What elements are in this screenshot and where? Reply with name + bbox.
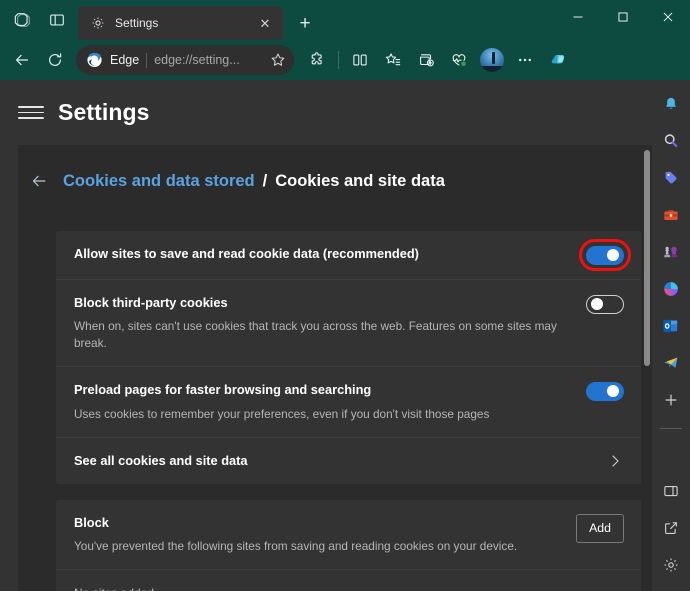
- block-section-row: Block You've prevented the following sit…: [56, 500, 642, 569]
- settings-scroll-area: Cookies and data stored / Cookies and si…: [8, 145, 652, 591]
- row-subtitle: You've prevented the following sites fro…: [74, 539, 518, 554]
- block-card: Block You've prevented the following sit…: [56, 499, 642, 591]
- tab-settings[interactable]: Settings ✕: [78, 6, 283, 40]
- edge-logo-icon: [86, 52, 103, 69]
- sidebar-notifications-icon[interactable]: [656, 88, 686, 120]
- row-text: Preload pages for faster browsing and se…: [74, 381, 586, 422]
- sidebar-settings-icon[interactable]: [656, 549, 686, 581]
- split-screen-icon[interactable]: [344, 45, 376, 75]
- edge-sidebar: [652, 80, 690, 591]
- row-text: Block third-party cookies When on, sites…: [74, 294, 586, 352]
- settings-and-more-icon[interactable]: [509, 45, 541, 75]
- sidebar-toggle-pane-icon[interactable]: [656, 475, 686, 507]
- allow-sites-save-read-cookies-row[interactable]: Allow sites to save and read cookie data…: [56, 231, 642, 280]
- toggle-knob: [591, 298, 603, 310]
- back-icon[interactable]: [6, 45, 38, 75]
- sidebar-search-icon[interactable]: [656, 125, 686, 157]
- page-title: Settings: [58, 99, 150, 125]
- gear-icon: [90, 15, 106, 31]
- toolbar-divider: [338, 51, 339, 69]
- scrollbar-thumb[interactable]: [644, 150, 650, 366]
- sidebar-shopping-icon[interactable]: [656, 162, 686, 194]
- chevron-right-icon[interactable]: [606, 452, 624, 470]
- row-text: See all cookies and site data: [74, 452, 606, 469]
- preload-pages-row[interactable]: Preload pages for faster browsing and se…: [56, 367, 642, 438]
- browser-window: Settings ✕ + Edge edge://setting... Sett…: [0, 0, 690, 591]
- row-text: Allow sites to save and read cookie data…: [74, 245, 586, 262]
- add-button[interactable]: Add: [576, 513, 624, 543]
- favorite-star-icon[interactable]: [266, 48, 290, 72]
- allow-cookies-toggle[interactable]: [586, 245, 624, 265]
- toggle-knob: [607, 385, 619, 398]
- maximize-button[interactable]: [600, 0, 645, 34]
- breadcrumb-back-icon[interactable]: [28, 170, 50, 192]
- minimize-button[interactable]: [555, 0, 600, 34]
- browser-essentials-icon[interactable]: [443, 45, 475, 75]
- sidebar-designer-icon[interactable]: [656, 273, 686, 305]
- left-rail: [8, 145, 18, 591]
- row-title: Block: [74, 514, 109, 530]
- row-title: Block third-party cookies: [74, 295, 228, 310]
- extensions-icon[interactable]: [301, 45, 333, 75]
- breadcrumb-separator: /: [262, 171, 268, 190]
- settings-header: Settings: [0, 80, 652, 145]
- breadcrumb-parent-link[interactable]: Cookies and data stored: [63, 172, 255, 191]
- close-button[interactable]: [645, 0, 690, 34]
- copilot-tabs-icon[interactable]: [8, 5, 38, 35]
- profile-avatar[interactable]: [480, 48, 504, 72]
- sidebar-telegram-icon[interactable]: [656, 347, 686, 379]
- row-subtitle: When on, sites can't use cookies that tr…: [74, 319, 557, 351]
- tabstrip-left-controls: [0, 0, 72, 40]
- block-empty-row: No sites added: [56, 569, 642, 591]
- allow-cookies-toggle-wrap: [579, 239, 631, 271]
- row-title: Allow sites to save and read cookie data…: [74, 246, 419, 261]
- sidebar-open-external-icon[interactable]: [656, 512, 686, 544]
- sidebar-add-icon[interactable]: [656, 384, 686, 416]
- sidebar-divider: [660, 428, 682, 429]
- block-third-party-toggle-wrap: [586, 294, 624, 314]
- title-bar: Settings ✕ +: [0, 0, 690, 40]
- row-text: Block You've prevented the following sit…: [74, 514, 576, 555]
- sidebar-tools-icon[interactable]: [656, 199, 686, 231]
- breadcrumb-current: Cookies and site data: [275, 171, 445, 190]
- row-title: Preload pages for faster browsing and se…: [74, 382, 372, 398]
- sidebar-games-icon[interactable]: [656, 236, 686, 268]
- row-subtitle: Uses cookies to remember your preference…: [74, 406, 490, 421]
- hamburger-menu-icon[interactable]: [18, 100, 44, 126]
- breadcrumb: Cookies and data stored / Cookies and si…: [18, 170, 652, 192]
- toggle-knob: [607, 249, 619, 261]
- omnibox-brand-label: Edge: [110, 53, 140, 67]
- see-all-cookies-row[interactable]: See all cookies and site data: [56, 438, 642, 484]
- copilot-icon[interactable]: [542, 45, 574, 75]
- tab-close-icon[interactable]: ✕: [255, 13, 275, 33]
- preload-pages-toggle[interactable]: [586, 381, 624, 401]
- row-title: See all cookies and site data: [74, 452, 248, 468]
- settings-cards: Allow sites to save and read cookie data…: [56, 231, 642, 591]
- favorites-icon[interactable]: [377, 45, 409, 75]
- new-tab-button[interactable]: +: [291, 9, 319, 37]
- page-scrollbar[interactable]: [641, 145, 652, 591]
- window-controls: [555, 0, 690, 34]
- empty-state-text: No sites added: [74, 586, 624, 591]
- omnibox-url-text[interactable]: edge://setting...: [154, 53, 259, 67]
- sidebar-outlook-icon[interactable]: [656, 310, 686, 342]
- refresh-icon[interactable]: [39, 45, 71, 75]
- block-third-party-toggle[interactable]: [586, 294, 624, 314]
- address-bar[interactable]: Edge edge://setting...: [76, 45, 294, 75]
- tab-actions-icon[interactable]: [42, 5, 72, 35]
- block-third-party-cookies-row[interactable]: Block third-party cookies When on, sites…: [56, 280, 642, 368]
- collections-icon[interactable]: [410, 45, 442, 75]
- settings-page: Settings Search settings Cookies and dat…: [0, 80, 690, 591]
- preload-pages-toggle-wrap: [586, 381, 624, 401]
- tab-title: Settings: [115, 16, 159, 30]
- omnibox-divider: [146, 52, 148, 68]
- cookie-settings-card: Allow sites to save and read cookie data…: [56, 231, 642, 484]
- browser-toolbar: Edge edge://setting...: [0, 40, 690, 80]
